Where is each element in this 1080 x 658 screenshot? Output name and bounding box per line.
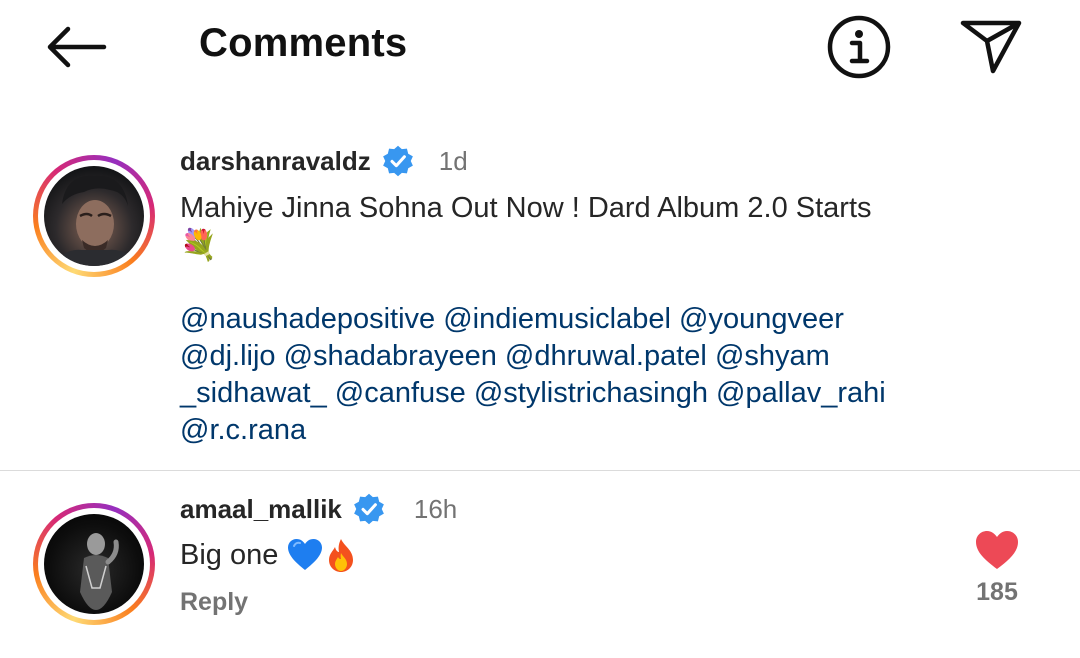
bouquet-icon: 💐: [180, 229, 218, 262]
comment-timestamp: 1d: [438, 145, 468, 176]
avatar-portrait: [80, 533, 119, 610]
reply-button[interactable]: Reply: [180, 588, 248, 617]
verified-badge-icon: [354, 493, 384, 525]
mentions-line-2: @dj.lijo @shadabrayeen @dhruwal.patel @s…: [180, 338, 960, 375]
fire-icon: [326, 537, 356, 573]
mentions-block: @naushadepositive @indiemusiclabel @youn…: [180, 301, 960, 449]
mention-link[interactable]: @youngveer: [679, 303, 844, 335]
comment-timestamp: 16h: [413, 493, 458, 524]
avatar-darshanravaldz[interactable]: [33, 155, 155, 277]
info-button[interactable]: [826, 15, 892, 79]
header-bar: Comments: [0, 0, 1080, 96]
username[interactable]: amaal_mallik: [180, 494, 342, 525]
avatar-photo: [44, 514, 144, 614]
mention-link[interactable]: @naushadepositive: [180, 303, 435, 335]
avatar-portrait: [54, 175, 136, 266]
mention-link[interactable]: @stylistrichasingh: [474, 377, 708, 409]
blue-heart-icon: [286, 537, 324, 573]
avatar-photo: [44, 166, 144, 266]
heart-filled-icon: [976, 531, 1018, 569]
mention-link[interactable]: _sidhawat_: [180, 377, 327, 409]
mentions-line-3: _sidhawat_ @canfuse @stylistrichasingh @…: [180, 375, 960, 412]
mentions-line-4: @r.c.rana: [180, 412, 960, 449]
caption-text: Mahiye Jinna Sohna Out Now ! Dard Album …: [180, 192, 872, 224]
avatar-amaal-mallik[interactable]: [33, 503, 155, 625]
mentions-line-1: @naushadepositive @indiemusiclabel @youn…: [180, 301, 960, 338]
share-button[interactable]: [955, 12, 1027, 78]
mention-link[interactable]: @indiemusiclabel: [443, 303, 671, 335]
mention-link[interactable]: @r.c.rana: [180, 414, 306, 446]
mention-link[interactable]: @canfuse: [335, 377, 466, 409]
page-title: Comments: [199, 21, 408, 65]
mention-link[interactable]: @dhruwal.patel: [505, 340, 707, 372]
arrow-left-icon: [47, 26, 107, 68]
username[interactable]: darshanravaldz: [180, 146, 371, 177]
back-button[interactable]: [40, 20, 112, 74]
mention-link[interactable]: @pallav_rahi: [716, 377, 886, 409]
comment-text: Big one: [180, 538, 279, 571]
verified-badge-icon: [382, 145, 413, 177]
mention-link[interactable]: @shadabrayeen: [284, 340, 497, 372]
mention-link[interactable]: @shyam: [715, 340, 830, 372]
caption-text-block: Mahiye Jinna Sohna Out Now ! Dard Album …: [180, 190, 940, 264]
divider: [0, 470, 1080, 471]
info-icon: [827, 15, 891, 79]
mention-link[interactable]: @dj.lijo: [180, 340, 276, 372]
comment-header: amaal_mallik 16h: [180, 492, 457, 526]
like-button[interactable]: [970, 525, 1024, 575]
like-count: 185: [976, 578, 1018, 606]
comment-body: Big one: [180, 537, 356, 573]
comment-header: darshanravaldz 1d: [180, 144, 468, 178]
paper-plane-icon: [960, 20, 1022, 74]
